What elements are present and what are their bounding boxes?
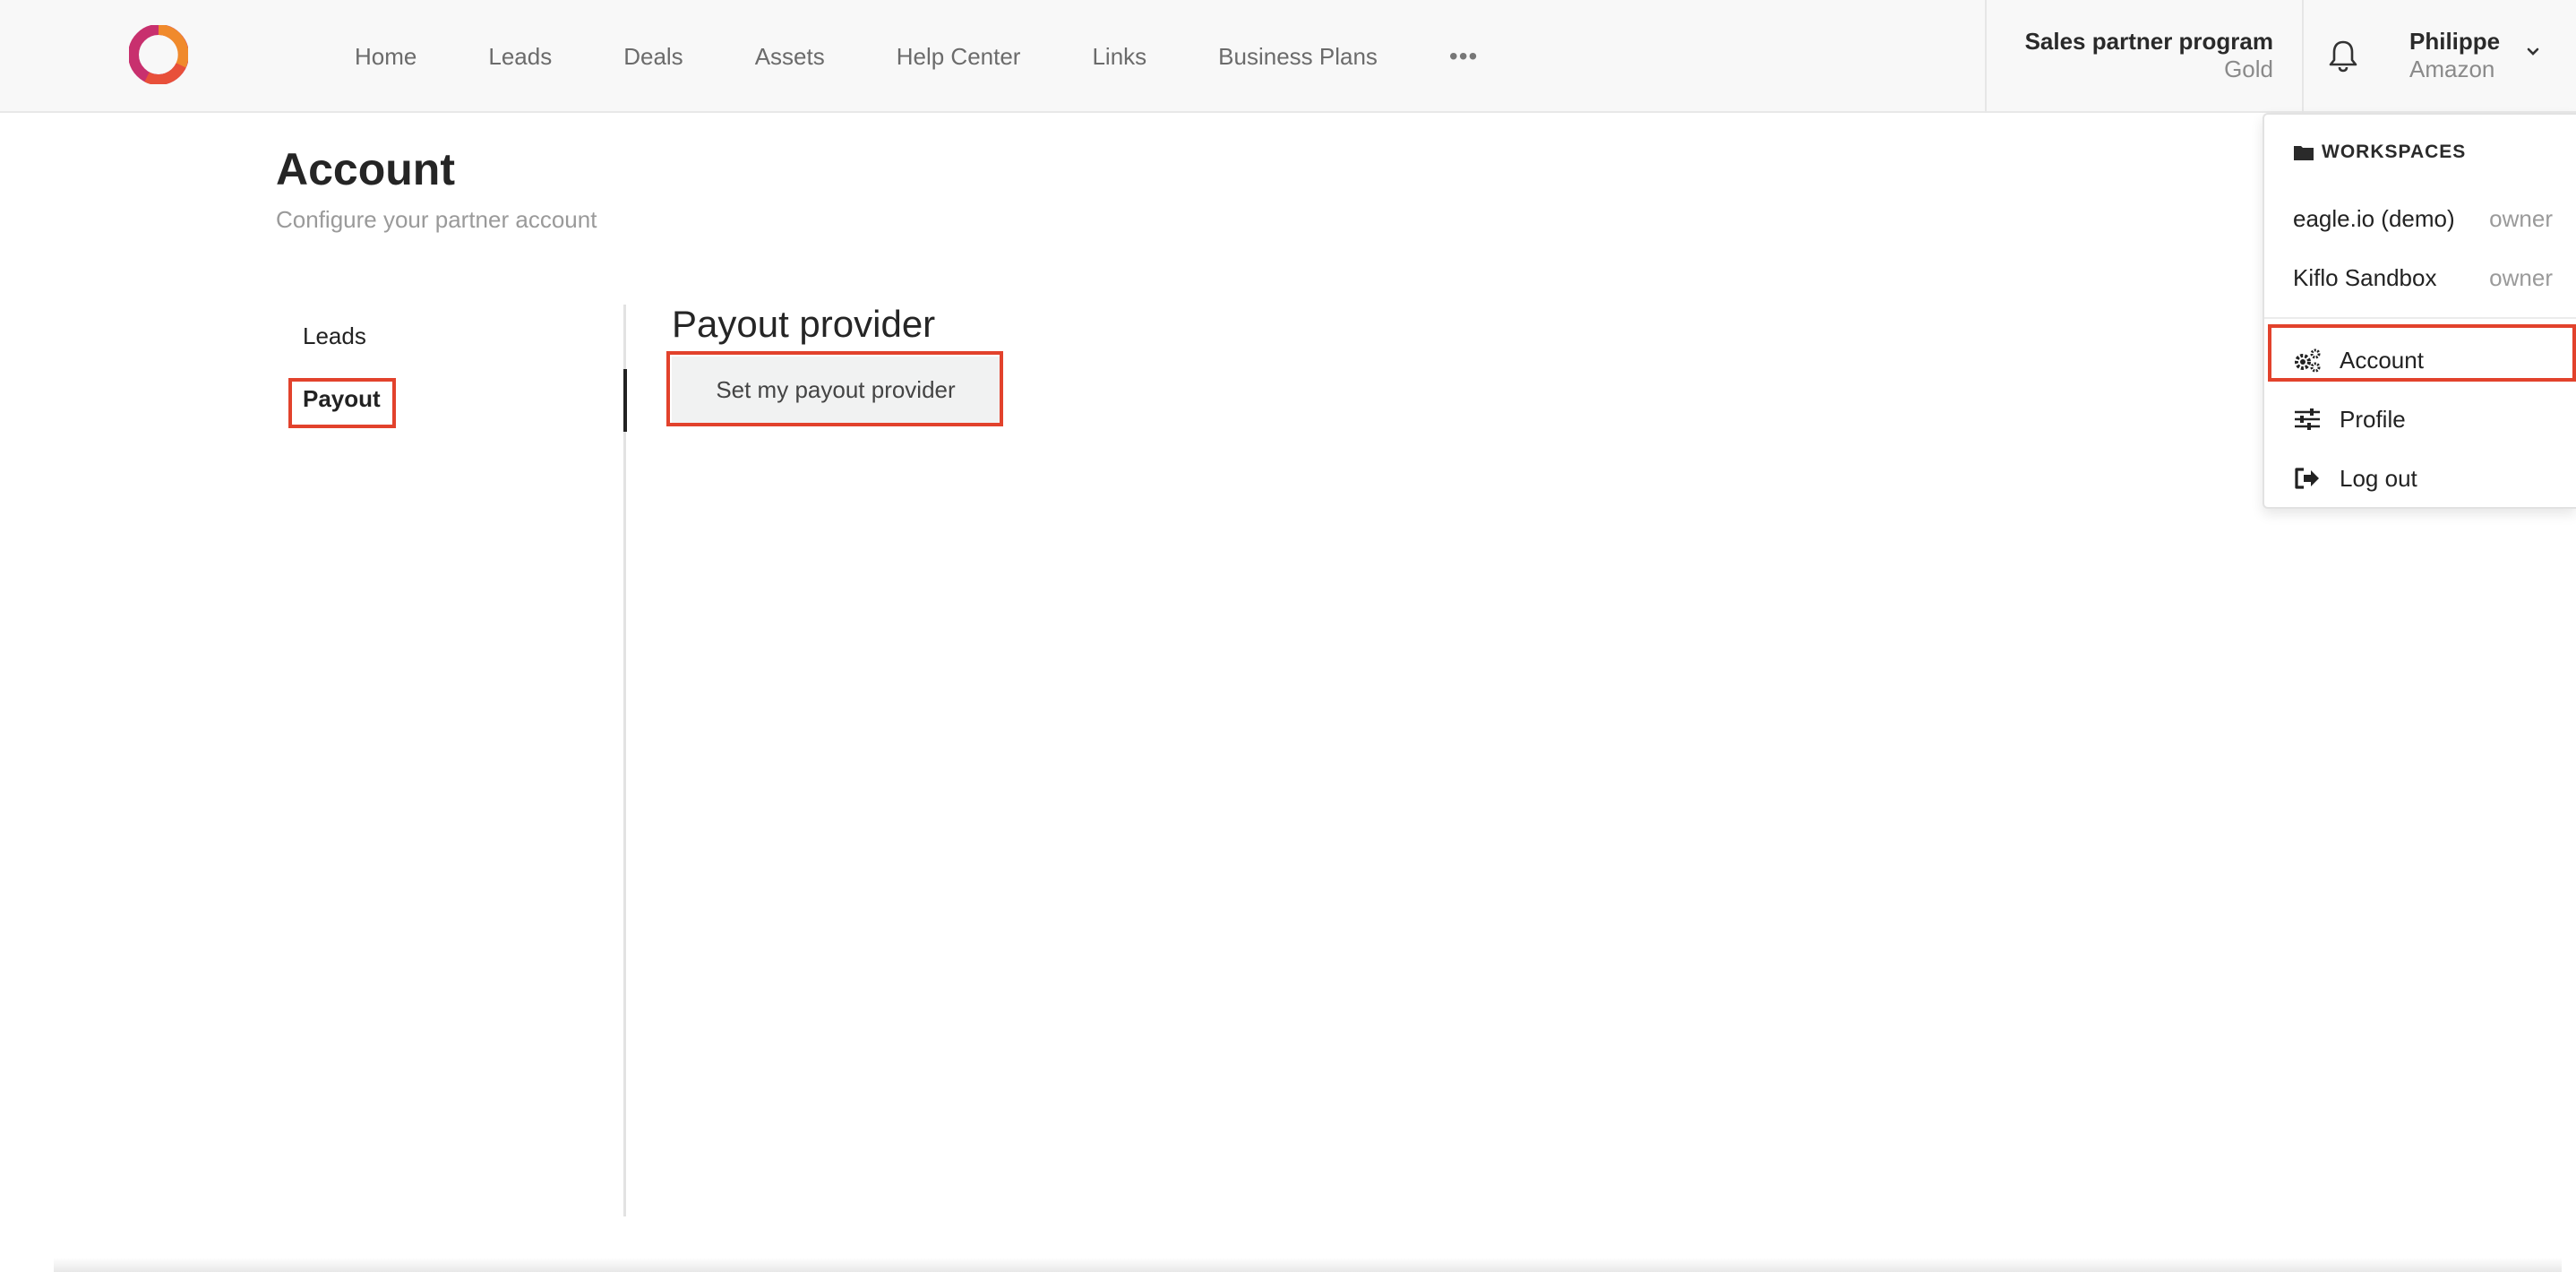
side-menu-divider: [623, 305, 626, 1216]
dropdown-separator: [2264, 317, 2576, 319]
nav-home[interactable]: Home: [355, 43, 416, 71]
side-item-leads[interactable]: Leads: [303, 322, 366, 350]
top-navigation-bar: Home Leads Deals Assets Help Center Link…: [0, 0, 2576, 113]
workspace-item[interactable]: Kiflo Sandbox owner: [2293, 260, 2553, 296]
partner-program[interactable]: Sales partner program Gold: [1985, 0, 2304, 113]
workspace-role: owner: [2489, 263, 2553, 291]
menu-item-logout[interactable]: Log out: [2293, 460, 2417, 496]
section-title: Payout provider: [672, 303, 936, 345]
workspaces-heading: WORKSPACES: [2293, 142, 2466, 163]
nav-business-plans[interactable]: Business Plans: [1218, 43, 1378, 71]
menu-item-logout-label: Log out: [2340, 464, 2417, 492]
sliders-icon: [2295, 408, 2320, 430]
bell-icon[interactable]: [2325, 38, 2361, 73]
workspace-name: eagle.io (demo): [2293, 204, 2455, 232]
nav-help-center[interactable]: Help Center: [897, 43, 1021, 71]
workspaces-heading-label: WORKSPACES: [2322, 142, 2467, 162]
program-title: Sales partner program: [2024, 28, 2273, 55]
program-tier: Gold: [2224, 56, 2273, 82]
nav-leads[interactable]: Leads: [488, 43, 552, 71]
folder-icon: [2294, 146, 2314, 160]
user-menu[interactable]: Philippe Amazon: [2383, 27, 2576, 90]
chevron-down-icon[interactable]: [2522, 41, 2544, 63]
page-title: Account: [276, 144, 455, 194]
menu-item-profile[interactable]: Profile: [2293, 401, 2406, 437]
window-bottom-edge: [54, 1258, 2562, 1272]
nav-deals[interactable]: Deals: [623, 43, 683, 71]
active-tab-indicator: [623, 369, 627, 432]
workspace-item[interactable]: eagle.io (demo) owner: [2293, 201, 2553, 236]
payout-highlight-box: [288, 378, 396, 428]
payout-button-highlight-box: [666, 351, 1003, 426]
main-nav: Home Leads Deals Assets Help Center Link…: [355, 0, 1478, 113]
logo-icon[interactable]: [128, 24, 189, 86]
menu-item-profile-label: Profile: [2340, 405, 2406, 433]
user-name: Philippe: [2409, 28, 2501, 55]
account-highlight-box: [2268, 324, 2576, 382]
workspace-name: Kiflo Sandbox: [2293, 263, 2437, 291]
user-dropdown-menu: WORKSPACES eagle.io (demo) owner Kiflo S…: [2263, 113, 2576, 509]
more-dots-icon[interactable]: •••: [1449, 42, 1478, 71]
workspace-role: owner: [2489, 204, 2553, 232]
page-subtitle: Configure your partner account: [276, 206, 597, 233]
logout-icon: [2295, 468, 2319, 489]
nav-assets[interactable]: Assets: [755, 43, 825, 71]
nav-links[interactable]: Links: [1092, 43, 1146, 71]
user-org: Amazon: [2409, 56, 2495, 82]
